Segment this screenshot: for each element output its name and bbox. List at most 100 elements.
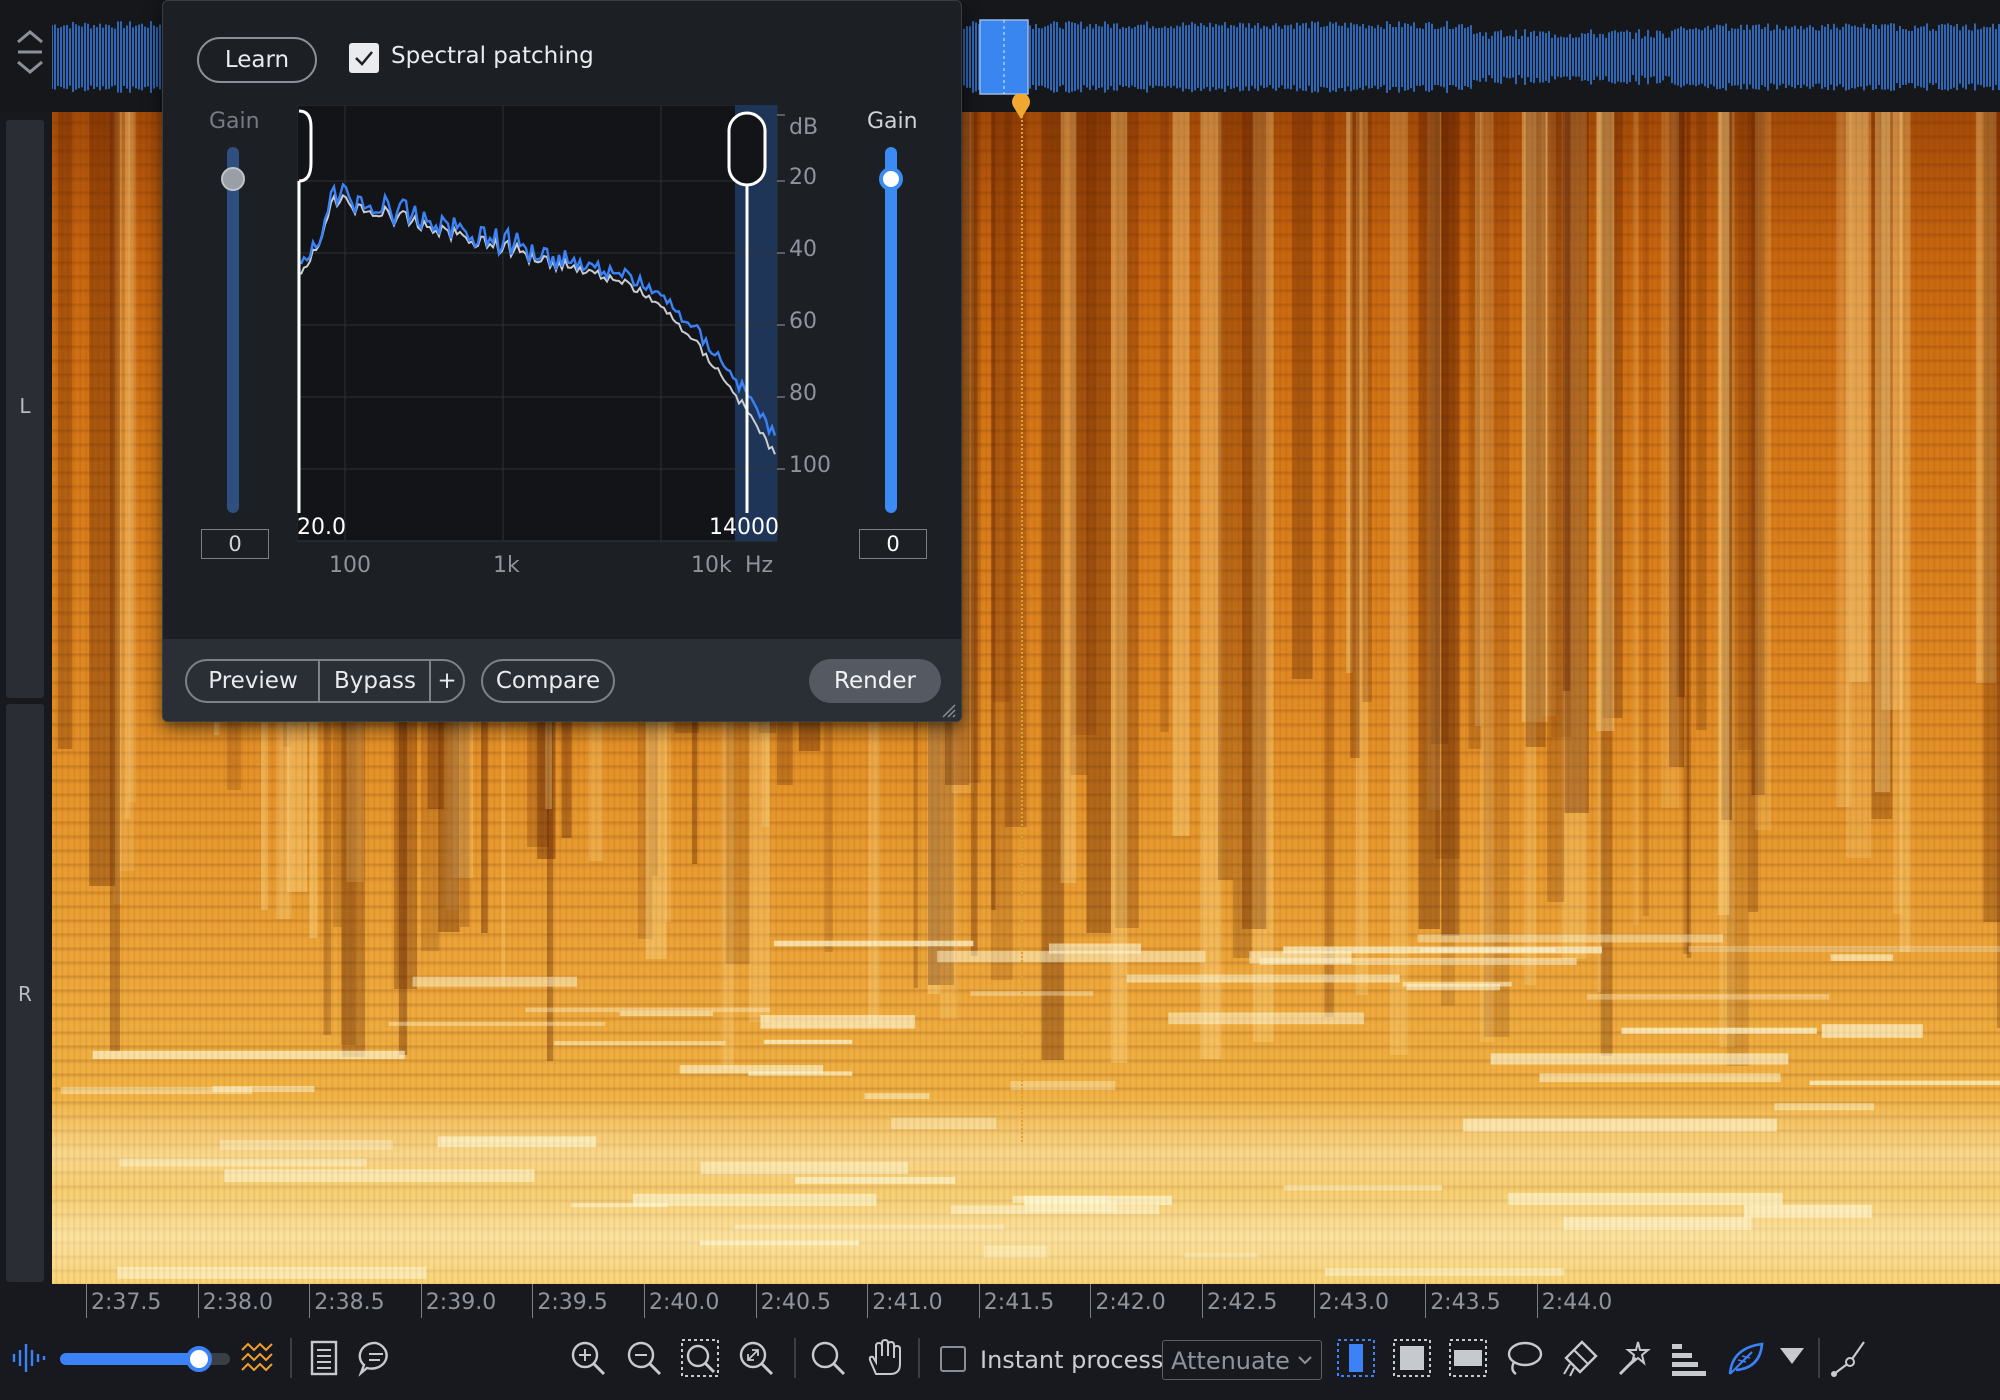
dropdown-triangle-icon[interactable] bbox=[1772, 1338, 1812, 1378]
time-tick-label: 2:44.0 bbox=[1541, 1290, 1613, 1315]
chevron-down-icon bbox=[1298, 1356, 1312, 1365]
playhead-marker-icon[interactable] bbox=[1011, 92, 1031, 120]
toolbar-separator bbox=[794, 1338, 796, 1378]
left-gain-value[interactable]: 0 bbox=[201, 529, 269, 559]
time-tick: 2:38.5 bbox=[309, 1284, 385, 1318]
channel-right[interactable]: R bbox=[6, 704, 44, 1282]
time-tick-label: 2:41.0 bbox=[872, 1290, 943, 1315]
freq-tick: 1k bbox=[493, 553, 520, 578]
time-tick-label: 2:43.0 bbox=[1318, 1290, 1389, 1315]
time-tick-label: 2:38.0 bbox=[202, 1290, 273, 1315]
freq-unit-label: Hz bbox=[745, 553, 774, 578]
zoom-out-icon[interactable] bbox=[624, 1338, 664, 1378]
toolbar-separator bbox=[1818, 1338, 1820, 1378]
time-tick: 2:39.5 bbox=[532, 1284, 608, 1318]
freq-tick: 10k bbox=[691, 553, 732, 578]
toolbar-separator bbox=[290, 1338, 292, 1378]
preview-button[interactable]: Preview bbox=[187, 661, 319, 701]
time-tick: 2:42.5 bbox=[1202, 1284, 1277, 1318]
harmonic-selection-icon[interactable] bbox=[1668, 1338, 1708, 1378]
bypass-button[interactable]: Bypass bbox=[320, 661, 430, 701]
view-blend-knob[interactable] bbox=[186, 1346, 213, 1372]
time-tick: 2:44.0 bbox=[1536, 1284, 1612, 1318]
time-tick-label: 2:38.5 bbox=[314, 1290, 385, 1315]
bottom-toolbar: Instant process Attenuate bbox=[0, 1320, 2000, 1400]
leaf-icon[interactable] bbox=[1726, 1338, 1766, 1378]
db-tick: 20 bbox=[789, 165, 817, 190]
time-tick-label: 2:42.5 bbox=[1207, 1290, 1278, 1315]
spectrogram-icon[interactable] bbox=[238, 1338, 278, 1378]
playhead-line bbox=[1021, 96, 1025, 1142]
freq-tick: 100 bbox=[329, 553, 371, 578]
instant-process-checkbox[interactable] bbox=[940, 1346, 966, 1372]
db-tick: 40 bbox=[789, 237, 817, 262]
left-gain-knob[interactable] bbox=[221, 167, 245, 191]
resize-grip-icon[interactable] bbox=[939, 701, 957, 719]
time-tick-label: 2:43.5 bbox=[1430, 1290, 1501, 1315]
channel-left-label: L bbox=[19, 394, 31, 418]
spectral-patching-label: Spectral patching bbox=[391, 43, 594, 69]
notes-icon[interactable] bbox=[304, 1338, 344, 1378]
time-tick: 2:40.5 bbox=[755, 1284, 831, 1318]
time-tick-label: 2:41.5 bbox=[983, 1290, 1055, 1315]
mode-select[interactable]: Attenuate bbox=[1162, 1340, 1322, 1380]
time-ruler[interactable]: 2:37.5 2:38.0 2:38.5 2:39.0 2:39.5 2:40.0 2:40… bbox=[52, 1284, 2000, 1320]
time-tick: 2:41.5 bbox=[978, 1284, 1054, 1318]
spectral-panel: Learn Spectral patching Gain 0 dB 20 40 … bbox=[162, 0, 962, 722]
low-cut-value[interactable]: 20.0 bbox=[297, 515, 346, 540]
learn-button[interactable]: Learn bbox=[197, 37, 317, 83]
time-tick: 2:42.0 bbox=[1090, 1284, 1166, 1318]
magic-wand-icon[interactable] bbox=[1614, 1338, 1654, 1378]
time-tick-label: 2:40.5 bbox=[760, 1290, 831, 1315]
right-gain-slider[interactable] bbox=[885, 147, 897, 513]
time-tick: 2:41.0 bbox=[867, 1284, 943, 1318]
right-gain-knob[interactable] bbox=[879, 167, 903, 191]
right-gain-value[interactable]: 0 bbox=[859, 529, 927, 559]
time-tick: 2:38.0 bbox=[197, 1284, 273, 1318]
zoom-fit-icon[interactable] bbox=[736, 1338, 776, 1378]
waveform-icon[interactable] bbox=[8, 1338, 48, 1378]
mode-select-value: Attenuate bbox=[1171, 1347, 1290, 1375]
compare-button[interactable]: Compare bbox=[481, 659, 615, 703]
checkmark-icon bbox=[355, 51, 373, 66]
instant-process-label: Instant process bbox=[980, 1346, 1164, 1374]
magnify-icon[interactable] bbox=[808, 1338, 848, 1378]
render-button[interactable]: Render bbox=[809, 659, 941, 703]
freq-selection-icon[interactable] bbox=[1448, 1338, 1488, 1378]
db-tick: 80 bbox=[789, 381, 817, 406]
time-tick: 2:40.0 bbox=[644, 1284, 719, 1318]
time-tick-label: 2:42.0 bbox=[1095, 1290, 1166, 1315]
time-tick: 2:39.0 bbox=[420, 1284, 496, 1318]
rect-selection-icon[interactable] bbox=[1392, 1338, 1432, 1378]
time-tick: 2:43.5 bbox=[1425, 1284, 1501, 1318]
right-gain-label: Gain bbox=[867, 109, 918, 134]
spline-icon[interactable] bbox=[1830, 1338, 1870, 1378]
time-tick: 2:37.5 bbox=[86, 1284, 161, 1318]
time-tick-label: 2:37.5 bbox=[91, 1290, 162, 1315]
hand-icon[interactable] bbox=[864, 1338, 904, 1378]
zoom-selection-icon[interactable] bbox=[680, 1338, 720, 1378]
add-bypass-button[interactable]: + bbox=[431, 661, 463, 701]
channel-right-label: R bbox=[18, 982, 32, 1006]
panel-footer: Preview Bypass + Compare Render bbox=[163, 639, 961, 721]
lasso-icon[interactable] bbox=[1504, 1338, 1544, 1378]
view-blend-slider-fill bbox=[60, 1353, 200, 1365]
comment-icon[interactable] bbox=[356, 1338, 396, 1378]
brush-icon[interactable] bbox=[1560, 1338, 1600, 1378]
time-tick-label: 2:40.0 bbox=[649, 1290, 720, 1315]
spectral-patching-checkbox[interactable] bbox=[349, 43, 379, 73]
collapse-arrows-icon[interactable] bbox=[10, 24, 50, 80]
high-cut-value[interactable]: 14000 bbox=[709, 515, 779, 540]
toolbar-separator bbox=[918, 1338, 920, 1378]
db-unit-label: dB bbox=[789, 115, 819, 140]
left-gain-label: Gain bbox=[209, 109, 260, 134]
left-gain-slider[interactable] bbox=[227, 147, 239, 513]
db-tick: 100 bbox=[789, 453, 831, 478]
channel-left[interactable]: L bbox=[6, 120, 44, 698]
spectrum-graph[interactable] bbox=[297, 105, 817, 545]
zoom-in-icon[interactable] bbox=[568, 1338, 608, 1378]
db-tick: 60 bbox=[789, 309, 817, 334]
time-tick: 2:43.0 bbox=[1313, 1284, 1389, 1318]
time-tick-label: 2:39.5 bbox=[537, 1290, 608, 1315]
time-selection-icon[interactable] bbox=[1336, 1338, 1376, 1378]
